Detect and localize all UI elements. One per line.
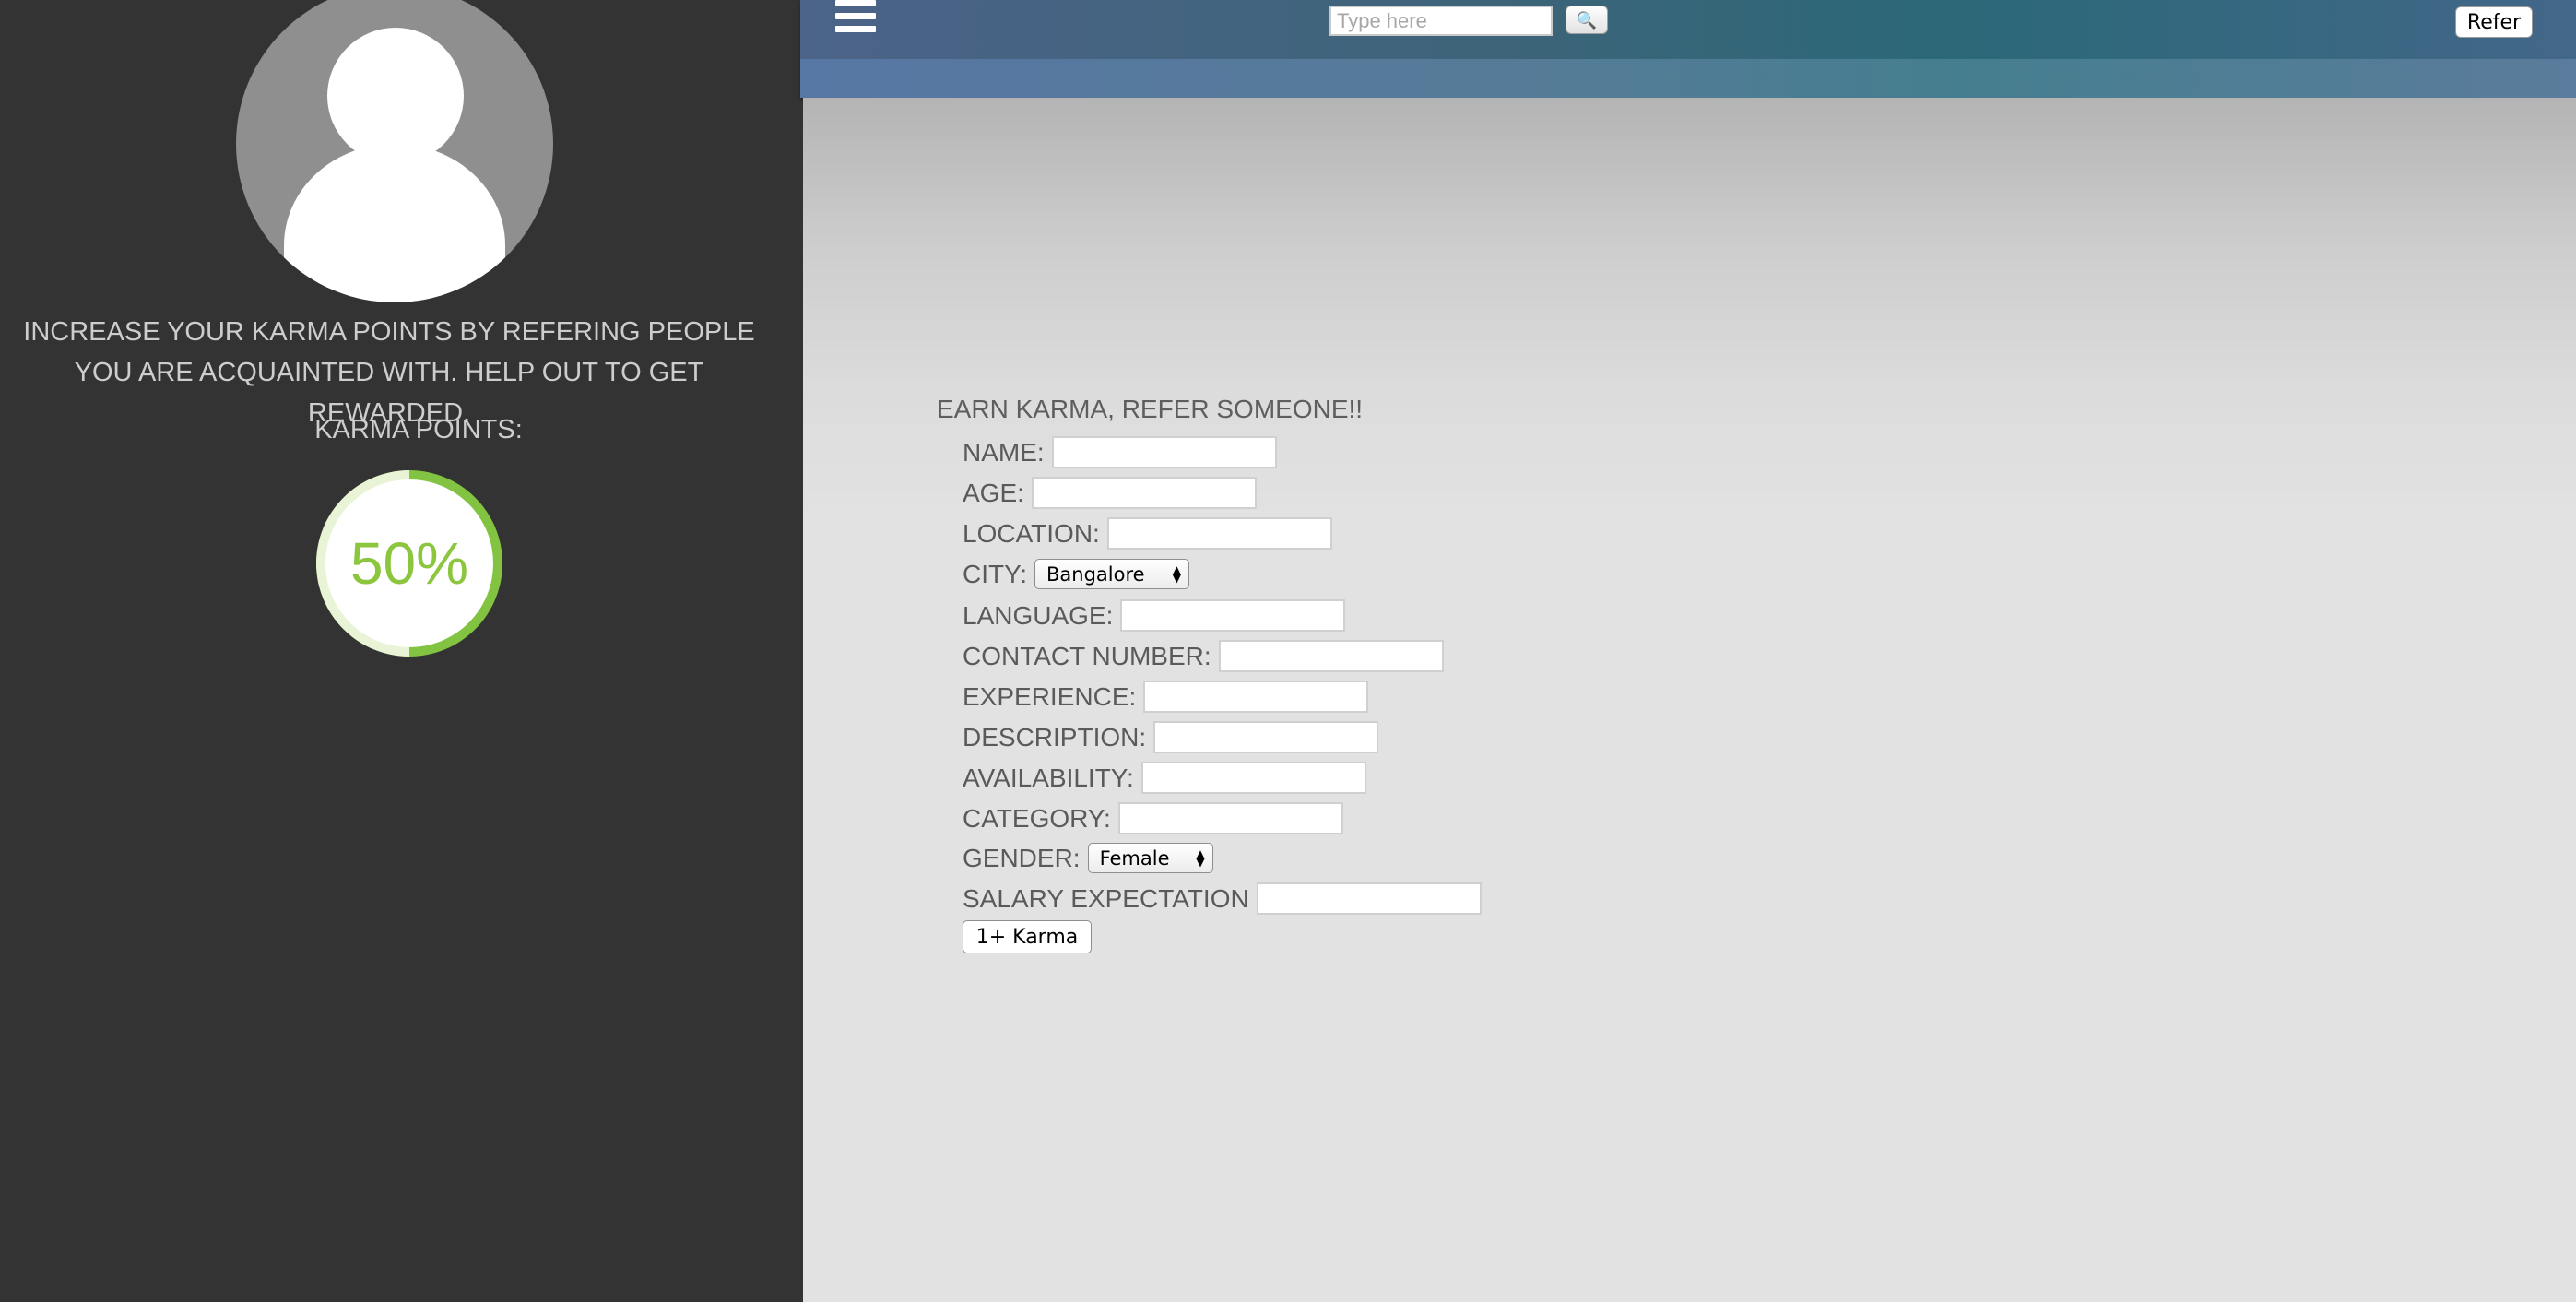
gender-label: GENDER: — [963, 843, 1081, 872]
city-label: CITY: — [963, 559, 1028, 588]
gender-select-value: Female — [1099, 846, 1170, 870]
age-row: AGE: — [963, 477, 1257, 509]
name-field[interactable] — [1051, 436, 1277, 468]
language-field[interactable] — [1120, 599, 1346, 632]
category-field[interactable] — [1117, 802, 1343, 834]
sidebar: INCREASE YOUR KARMA POINTS BY REFERING P… — [0, 0, 803, 1302]
karma-progress-gauge: 50% — [316, 470, 502, 657]
age-field[interactable] — [1031, 477, 1257, 509]
experience-field[interactable] — [1143, 681, 1369, 713]
select-arrows-icon: ▲ ▼ — [1196, 846, 1205, 869]
salary-row: SALARY EXPECTATION — [963, 882, 1482, 915]
gender-select[interactable]: Female ▲ ▼ — [1087, 843, 1213, 873]
category-label: CATEGORY: — [963, 803, 1111, 833]
language-row: LANGUAGE: — [963, 599, 1346, 632]
name-label: NAME: — [963, 437, 1045, 467]
description-label: DESCRIPTION: — [963, 722, 1147, 752]
select-arrows-icon: ▲ ▼ — [1172, 562, 1182, 585]
search-icon: 🔍 — [1576, 10, 1598, 30]
age-label: AGE: — [963, 478, 1024, 507]
top-bar: 🔍 Refer — [800, 0, 2576, 98]
karma-points-label: KARMA POINTS: — [314, 415, 523, 444]
city-select-value: Bangalore — [1046, 562, 1145, 586]
search-input[interactable] — [1329, 6, 1553, 36]
city-row: CITY: Bangalore ▲ ▼ — [963, 559, 1190, 589]
description-row: DESCRIPTION: — [963, 721, 1379, 753]
add-karma-button[interactable]: 1+ Karma — [963, 920, 1092, 953]
location-label: LOCATION: — [963, 518, 1100, 548]
contact-label: CONTACT NUMBER: — [963, 641, 1211, 670]
salary-label: SALARY EXPECTATION — [963, 883, 1249, 913]
language-label: LANGUAGE: — [963, 600, 1114, 630]
form-title: EARN KARMA, REFER SOMEONE!! — [937, 395, 1364, 423]
availability-field[interactable] — [1140, 762, 1366, 794]
contact-number-field[interactable] — [1218, 640, 1444, 672]
salary-expectation-field[interactable] — [1256, 882, 1482, 915]
availability-row: AVAILABILITY: — [963, 762, 1366, 794]
refer-button[interactable]: Refer — [2455, 6, 2533, 38]
name-row: NAME: — [963, 436, 1277, 468]
contact-row: CONTACT NUMBER: — [963, 640, 1444, 672]
avatar-body — [284, 144, 505, 302]
location-field[interactable] — [1106, 517, 1332, 550]
category-row: CATEGORY: — [963, 802, 1343, 834]
gender-row: GENDER: Female ▲ ▼ — [963, 843, 1213, 873]
availability-label: AVAILABILITY: — [963, 763, 1134, 792]
description-field[interactable] — [1153, 721, 1379, 753]
location-row: LOCATION: — [963, 517, 1332, 550]
karma-percent: 50% — [325, 479, 493, 647]
hamburger-menu-icon[interactable] — [835, 0, 876, 39]
experience-label: EXPERIENCE: — [963, 681, 1137, 711]
top-bar-band — [800, 59, 2576, 98]
avatar — [236, 0, 553, 302]
city-select[interactable]: Bangalore ▲ ▼ — [1034, 559, 1190, 589]
experience-row: EXPERIENCE: — [963, 681, 1369, 713]
search-button[interactable]: 🔍 — [1566, 6, 1608, 34]
